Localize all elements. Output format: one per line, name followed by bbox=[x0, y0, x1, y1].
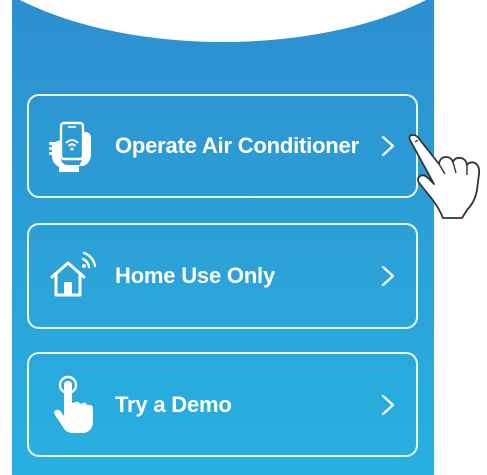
tap-finger-icon bbox=[54, 375, 93, 433]
try-a-demo-button[interactable]: Try a Demo bbox=[27, 352, 418, 457]
menu-panel: Operate Air Conditioner Home Use Only Tr… bbox=[12, 0, 434, 475]
chevron-right-icon bbox=[381, 394, 395, 415]
try-a-demo-label: Try a Demo bbox=[115, 391, 232, 417]
operate-air-conditioner-button[interactable]: Operate Air Conditioner bbox=[27, 94, 418, 198]
phone-hand-icon bbox=[49, 121, 91, 172]
pointing-hand-icon bbox=[408, 134, 481, 219]
operate-air-conditioner-label: Operate Air Conditioner bbox=[115, 133, 359, 158]
header-arc bbox=[12, 0, 434, 42]
home-use-only-label: Home Use Only bbox=[115, 263, 276, 288]
home-use-only-button[interactable]: Home Use Only bbox=[27, 223, 418, 329]
chevron-right-icon bbox=[381, 135, 395, 157]
chevron-right-icon bbox=[381, 265, 395, 287]
app-screen: Operate Air Conditioner Home Use Only Tr… bbox=[0, 0, 487, 475]
home-wifi-icon bbox=[50, 251, 97, 297]
